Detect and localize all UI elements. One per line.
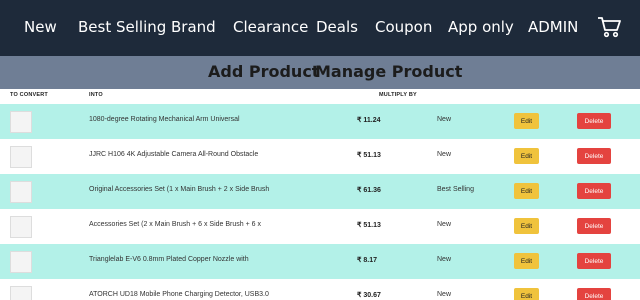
nav-item-admin[interactable]: ADMIN [528, 18, 578, 36]
product-name: Original Accessories Set (1 x Main Brush… [89, 186, 270, 193]
product-price: ₹ 51.13 [357, 222, 381, 229]
nav-item-clearance[interactable]: Clearance [233, 18, 308, 36]
product-thumbnail [10, 111, 32, 133]
delete-button[interactable]: Delete [577, 288, 611, 300]
table-row: Accessories Set (2 x Main Brush + 6 x Si… [0, 209, 640, 244]
admin-subnav: Add Product Manage Product [0, 56, 640, 89]
product-tag: New [437, 221, 452, 228]
delete-button[interactable]: Delete [577, 113, 611, 129]
product-name: Trianglelab E-V6 0.8mm Plated Copper Noz… [89, 256, 249, 263]
product-thumbnail [10, 216, 32, 238]
table-row: Original Accessories Set (1 x Main Brush… [0, 174, 640, 209]
nav-item-best-selling[interactable]: Best Selling [78, 18, 166, 36]
top-navbar: New Best Selling Brand Clearance Deals C… [0, 0, 640, 56]
table-header: TO CONVERT INTO MULTIPLY BY [0, 89, 640, 103]
header-multiply-by: MULTIPLY BY [379, 92, 417, 98]
product-tag: New [437, 291, 452, 298]
edit-button[interactable]: Edit [514, 113, 539, 129]
product-name: ATORCH UD18 Mobile Phone Charging Detect… [89, 291, 269, 298]
add-product-link[interactable]: Add Product [208, 62, 319, 81]
product-price: ₹ 61.36 [357, 187, 381, 194]
product-thumbnail [10, 181, 32, 203]
nav-item-new[interactable]: New [24, 18, 57, 36]
product-tag: New [437, 151, 452, 158]
delete-button[interactable]: Delete [577, 148, 611, 164]
edit-button[interactable]: Edit [514, 218, 539, 234]
delete-button[interactable]: Delete [577, 253, 611, 269]
nav-item-brand[interactable]: Brand [171, 18, 216, 36]
delete-button[interactable]: Delete [577, 183, 611, 199]
product-thumbnail [10, 146, 32, 168]
manage-product-link[interactable]: Manage Product [315, 62, 462, 81]
product-thumbnail [10, 251, 32, 273]
product-thumbnail [10, 286, 32, 300]
nav-item-coupon[interactable]: Coupon [375, 18, 432, 36]
product-tag: New [437, 116, 452, 123]
table-row: Trianglelab E-V6 0.8mm Plated Copper Noz… [0, 244, 640, 279]
table-row: ATORCH UD18 Mobile Phone Charging Detect… [0, 279, 640, 300]
table-row: 1080-degree Rotating Mechanical Arm Univ… [0, 104, 640, 139]
delete-button[interactable]: Delete [577, 218, 611, 234]
edit-button[interactable]: Edit [514, 253, 539, 269]
nav-item-deals[interactable]: Deals [316, 18, 358, 36]
edit-button[interactable]: Edit [514, 148, 539, 164]
nav-item-app-only[interactable]: App only [448, 18, 514, 36]
edit-button[interactable]: Edit [514, 183, 539, 199]
product-tag: Best Selling [437, 186, 474, 193]
cart-icon[interactable] [597, 16, 621, 38]
product-price: ₹ 11.24 [357, 117, 381, 124]
product-price: ₹ 51.13 [357, 152, 381, 159]
header-into: INTO [89, 92, 103, 98]
product-price: ₹ 8.17 [357, 257, 378, 264]
product-name: JJRC H106 4K Adjustable Camera All-Round… [89, 151, 259, 158]
product-price: ₹ 30.67 [357, 292, 381, 299]
table-row: JJRC H106 4K Adjustable Camera All-Round… [0, 139, 640, 174]
product-name: Accessories Set (2 x Main Brush + 6 x Si… [89, 221, 261, 228]
header-to-convert: TO CONVERT [10, 92, 48, 98]
edit-button[interactable]: Edit [514, 288, 539, 300]
product-name: 1080-degree Rotating Mechanical Arm Univ… [89, 116, 240, 123]
product-tag: New [437, 256, 452, 263]
